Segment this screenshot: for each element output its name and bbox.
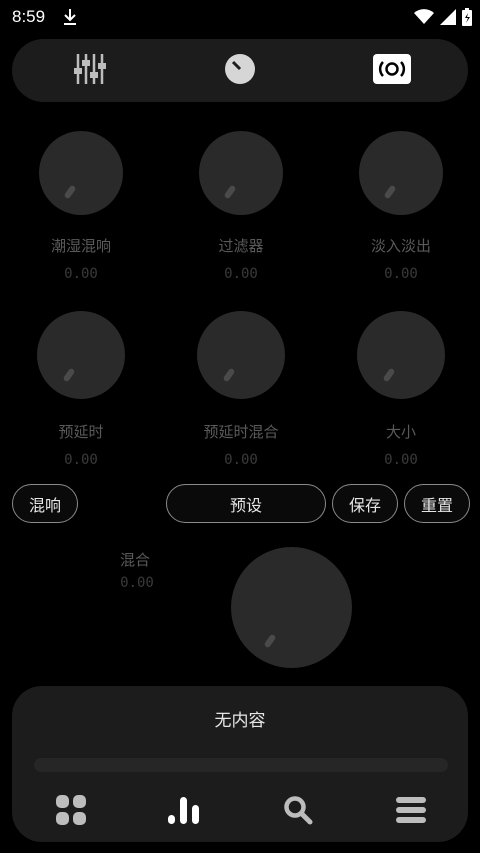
system-icons bbox=[414, 8, 472, 30]
knob-value: 0.00 bbox=[384, 452, 418, 468]
battery-icon bbox=[462, 8, 472, 30]
mix-label: 混合 bbox=[119, 551, 150, 569]
knob-label: 预延时 bbox=[58, 423, 104, 441]
wet-reverb-knob[interactable] bbox=[39, 131, 123, 215]
reverb-toggle-button[interactable]: 混响 bbox=[12, 484, 78, 523]
knob-label: 过滤器 bbox=[218, 237, 264, 255]
nav-library[interactable] bbox=[53, 794, 89, 830]
knob-indicator bbox=[223, 184, 237, 200]
knob-label: 淡入淡出 bbox=[370, 237, 431, 255]
knob-tab[interactable] bbox=[222, 53, 258, 89]
predelay-mix-knob[interactable] bbox=[197, 311, 285, 399]
reset-button[interactable]: 重置 bbox=[404, 484, 470, 523]
knob-indicator bbox=[263, 633, 277, 649]
knob-indicator bbox=[222, 367, 236, 383]
reverb-icon bbox=[372, 53, 412, 89]
save-button[interactable]: 保存 bbox=[332, 484, 398, 523]
preset-button[interactable]: 预设 bbox=[166, 484, 326, 523]
wifi-icon bbox=[414, 9, 434, 29]
fade-knob[interactable] bbox=[359, 131, 443, 215]
progress-bar[interactable] bbox=[34, 758, 448, 772]
filter-knob[interactable] bbox=[199, 131, 283, 215]
download-icon bbox=[62, 7, 78, 31]
mix-knob[interactable] bbox=[231, 547, 352, 668]
player-panel: 无内容 bbox=[12, 686, 468, 842]
status-bar: 8:59 bbox=[0, 0, 480, 34]
nav-visualizer[interactable] bbox=[166, 794, 202, 830]
knob-icon bbox=[224, 53, 256, 89]
knob-indicator bbox=[63, 184, 77, 200]
knob-label: 潮湿混响 bbox=[50, 237, 111, 255]
knob-indicator bbox=[382, 367, 396, 383]
knob-label: 大小 bbox=[385, 423, 416, 441]
knob-value: 0.00 bbox=[224, 452, 258, 468]
now-playing-title: 无内容 bbox=[214, 711, 266, 731]
knob-value: 0.00 bbox=[384, 266, 418, 282]
nav-menu[interactable] bbox=[393, 794, 429, 830]
equalizer-sliders-icon bbox=[74, 52, 106, 90]
size-knob[interactable] bbox=[357, 311, 445, 399]
signal-icon bbox=[440, 9, 456, 29]
knob-value: 0.00 bbox=[64, 452, 98, 468]
knob-value: 0.00 bbox=[64, 266, 98, 282]
grid-icon bbox=[56, 795, 86, 829]
knob-indicator bbox=[62, 367, 76, 383]
bars-chart-icon bbox=[167, 795, 201, 829]
mix-value: 0.00 bbox=[120, 575, 154, 591]
equalizer-tab[interactable] bbox=[72, 53, 108, 89]
knob-indicator bbox=[383, 184, 397, 200]
knob-label: 预延时混合 bbox=[203, 423, 279, 441]
status-time: 8:59 bbox=[12, 7, 46, 26]
knob-value: 0.00 bbox=[224, 266, 258, 282]
predelay-knob[interactable] bbox=[37, 311, 125, 399]
search-icon bbox=[283, 795, 313, 829]
effects-tab-bar bbox=[12, 39, 468, 102]
menu-icon bbox=[396, 796, 426, 828]
reverb-tab[interactable] bbox=[372, 53, 412, 89]
nav-search[interactable] bbox=[280, 794, 316, 830]
